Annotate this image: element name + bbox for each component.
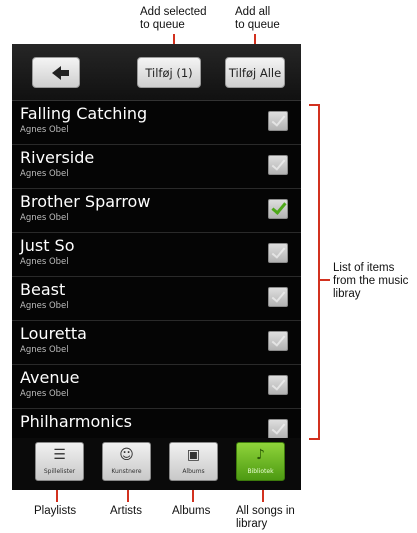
people-icon: ☺ [119,447,134,463]
song-title: Louretta [20,324,87,343]
song-list: Falling Catching Agnes Obel Riverside Agnes… [12,101,301,438]
music-note-icon: ♪ [256,447,265,463]
song-title: Avenue [20,368,80,387]
song-checkbox[interactable] [268,111,288,131]
annotation-pointer-artists [127,488,129,502]
song-row[interactable]: Just So Agnes Obel [12,233,301,277]
annotation-line-2: from the music [333,275,409,287]
song-row[interactable]: Louretta Agnes Obel [12,321,301,365]
song-row[interactable]: Riverside Agnes Obel [12,145,301,189]
annotation-line-1: Add selected [140,6,207,18]
tab-label: Albums [182,468,205,475]
annotation-line-1: All songs in [236,505,295,517]
song-artist: Agnes Obel [20,125,69,135]
annotation-add-all: Add all to queue [235,6,295,32]
annotation-line-1: List of items [333,262,395,274]
annotation-line-3: libray [333,288,361,300]
tab-label: Bibliotek [247,468,274,475]
annotation-albums: Albums [172,505,211,517]
song-row[interactable]: Philharmonics [12,409,301,438]
annotation-bracket-tick [320,279,330,281]
tab-spillelister[interactable]: ☰ Spillelister [35,442,84,481]
song-title: Brother Sparrow [20,192,151,211]
annotation-all-songs: All songs in library [236,505,306,531]
annotation-list-description: List of items from the music libray [333,262,417,301]
back-button[interactable] [32,57,80,88]
library-tab-bar: ☰ Spillelister ☺ Kunstnere ▣ Albums ♪ Bibliotek [12,438,301,490]
annotation-pointer-all-songs [262,488,264,502]
album-icon: ▣ [186,447,201,463]
song-artist: Agnes Obel [20,169,69,179]
song-checkbox[interactable] [268,287,288,307]
song-checkbox[interactable] [268,155,288,175]
song-title: Just So [20,236,75,255]
annotation-line-2: to queue [235,19,280,31]
song-checkbox[interactable] [268,199,288,219]
annotation-line-1: Add all [235,6,271,18]
song-artist: Agnes Obel [20,389,69,399]
annotation-pointer-playlists [56,488,58,502]
song-checkbox[interactable] [268,331,288,351]
song-checkbox[interactable] [268,419,288,438]
song-artist: Agnes Obel [20,345,69,355]
annotation-pointer-albums [192,488,194,502]
annotation-playlists: Playlists [34,505,77,517]
phone-screen: Tilføj (1) Tilføj Alle Falling Catching A… [12,44,301,490]
song-title: Beast [20,280,66,299]
song-row[interactable]: Beast Agnes Obel [12,277,301,321]
tab-label: Kunstnere [111,468,142,475]
tab-albums[interactable]: ▣ Albums [169,442,218,481]
song-title: Riverside [20,148,95,167]
toolbar: Tilføj (1) Tilføj Alle [12,44,301,101]
list-icon: ☰ [53,447,66,463]
song-title: Philharmonics [20,412,133,431]
song-checkbox[interactable] [268,375,288,395]
tab-bibliotek[interactable]: ♪ Bibliotek [236,442,285,481]
annotation-add-selected: Add selected to queue [140,6,220,32]
song-title: Falling Catching [20,104,148,123]
song-artist: Agnes Obel [20,257,69,267]
song-artist: Agnes Obel [20,213,69,223]
annotation-line-2: to queue [140,19,185,31]
annotation-bracket-vertical [318,104,320,440]
tab-label: Spillelister [43,468,76,475]
song-row[interactable]: Brother Sparrow Agnes Obel [12,189,301,233]
tab-kunstnere[interactable]: ☺ Kunstnere [102,442,151,481]
add-all-button[interactable]: Tilføj Alle [225,57,285,88]
song-checkbox[interactable] [268,243,288,263]
song-row[interactable]: Avenue Agnes Obel [12,365,301,409]
annotation-artists: Artists [110,505,142,517]
annotation-line-2: library [236,518,268,530]
song-artist: Agnes Obel [20,301,69,311]
add-selected-button[interactable]: Tilføj (1) [137,57,201,88]
back-arrow-icon [51,65,69,80]
song-row[interactable]: Falling Catching Agnes Obel [12,101,301,145]
annotation-bracket-bottom [309,438,319,440]
